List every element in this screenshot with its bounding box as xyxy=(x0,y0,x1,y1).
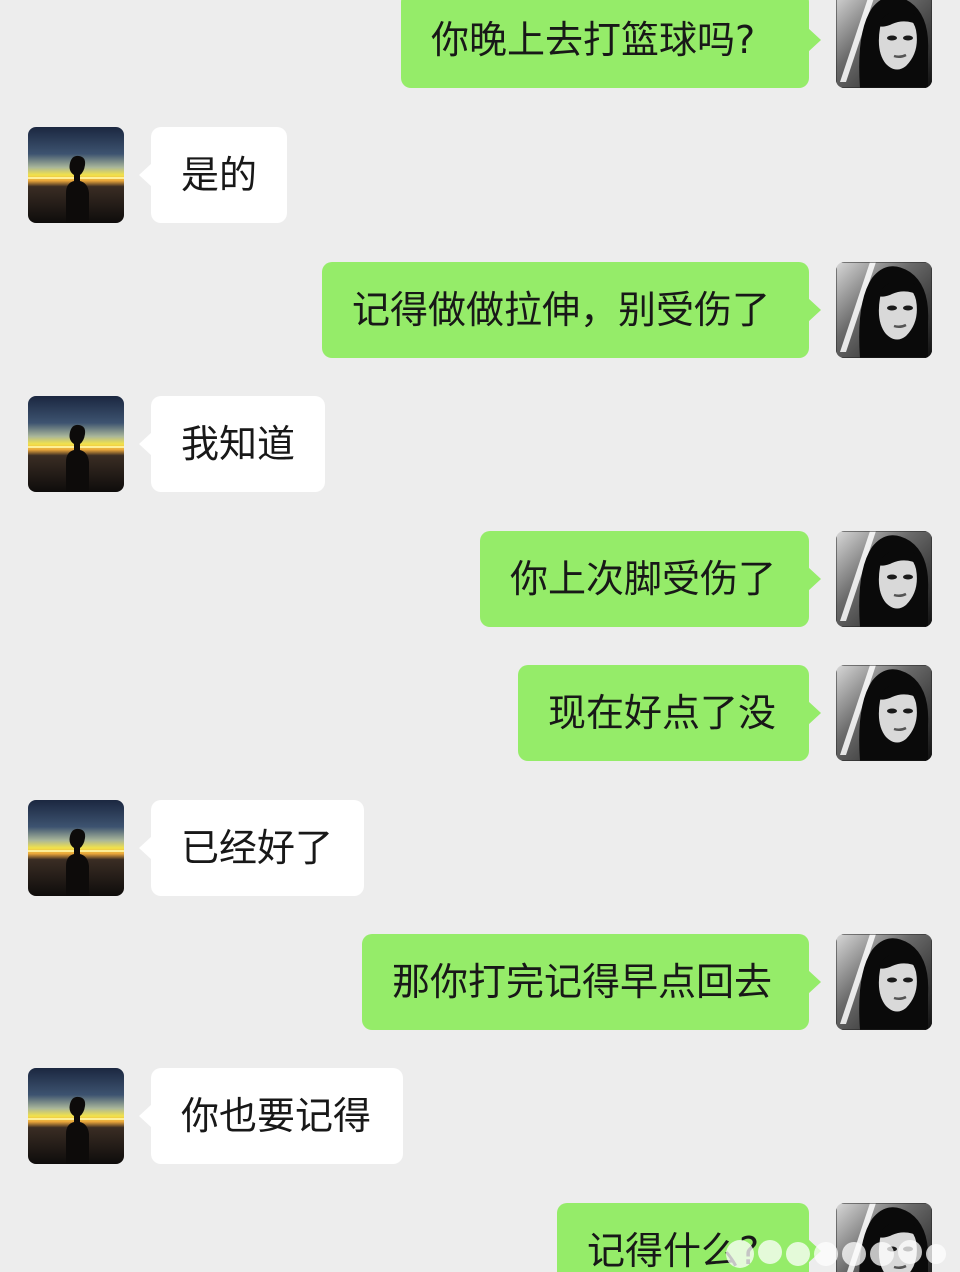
message-received: 你也要记得 xyxy=(0,1068,960,1164)
message-sent: 记得什么? xyxy=(0,1203,960,1272)
contact-avatar[interactable] xyxy=(28,1068,124,1164)
message-sent: 你晚上去打篮球吗? xyxy=(0,0,960,88)
dark-hair-girl-icon xyxy=(836,665,932,761)
message-bubble[interactable]: 是的 xyxy=(151,127,287,223)
message-bubble[interactable]: 你晚上去打篮球吗? xyxy=(401,0,809,88)
chat-message-list[interactable]: 你晚上去打篮球吗? 是的 记得做做拉伸，别受伤了 我知道 你上次脚受伤了 现在好… xyxy=(0,0,960,1272)
message-sent: 你上次脚受伤了 xyxy=(0,531,960,627)
message-bubble[interactable]: 现在好点了没 xyxy=(518,665,809,761)
self-avatar[interactable] xyxy=(836,262,932,358)
silhouette-sunset-icon xyxy=(28,396,124,492)
silhouette-sunset-icon xyxy=(28,800,124,896)
bubble-tail xyxy=(808,701,821,725)
dark-hair-girl-icon xyxy=(836,1203,932,1272)
message-sent: 那你打完记得早点回去 xyxy=(0,934,960,1030)
bubble-tail xyxy=(808,970,821,994)
dark-hair-girl-icon xyxy=(836,0,932,88)
message-received: 是的 xyxy=(0,127,960,223)
message-sent: 记得做做拉伸，别受伤了 xyxy=(0,262,960,358)
message-bubble[interactable]: 我知道 xyxy=(151,396,325,492)
message-sent: 现在好点了没 xyxy=(0,665,960,761)
message-bubble[interactable]: 你上次脚受伤了 xyxy=(480,531,809,627)
dark-hair-girl-icon xyxy=(836,262,932,358)
contact-avatar[interactable] xyxy=(28,800,124,896)
message-bubble[interactable]: 记得做做拉伸，别受伤了 xyxy=(322,262,809,358)
message-bubble[interactable]: 你也要记得 xyxy=(151,1068,403,1164)
bubble-tail xyxy=(808,1239,821,1263)
message-bubble[interactable]: 记得什么? xyxy=(557,1203,809,1272)
contact-avatar[interactable] xyxy=(28,127,124,223)
message-received: 已经好了 xyxy=(0,800,960,896)
bubble-tail xyxy=(808,298,821,322)
dark-hair-girl-icon xyxy=(836,934,932,1030)
silhouette-sunset-icon xyxy=(28,1068,124,1164)
message-bubble[interactable]: 已经好了 xyxy=(151,800,364,896)
self-avatar[interactable] xyxy=(836,1203,932,1272)
silhouette-sunset-icon xyxy=(28,127,124,223)
message-received: 我知道 xyxy=(0,396,960,492)
message-bubble[interactable]: 那你打完记得早点回去 xyxy=(362,934,809,1030)
contact-avatar[interactable] xyxy=(28,396,124,492)
self-avatar[interactable] xyxy=(836,665,932,761)
self-avatar[interactable] xyxy=(836,0,932,88)
self-avatar[interactable] xyxy=(836,531,932,627)
self-avatar[interactable] xyxy=(836,934,932,1030)
dark-hair-girl-icon xyxy=(836,531,932,627)
bubble-tail xyxy=(808,28,821,52)
bubble-tail xyxy=(808,567,821,591)
